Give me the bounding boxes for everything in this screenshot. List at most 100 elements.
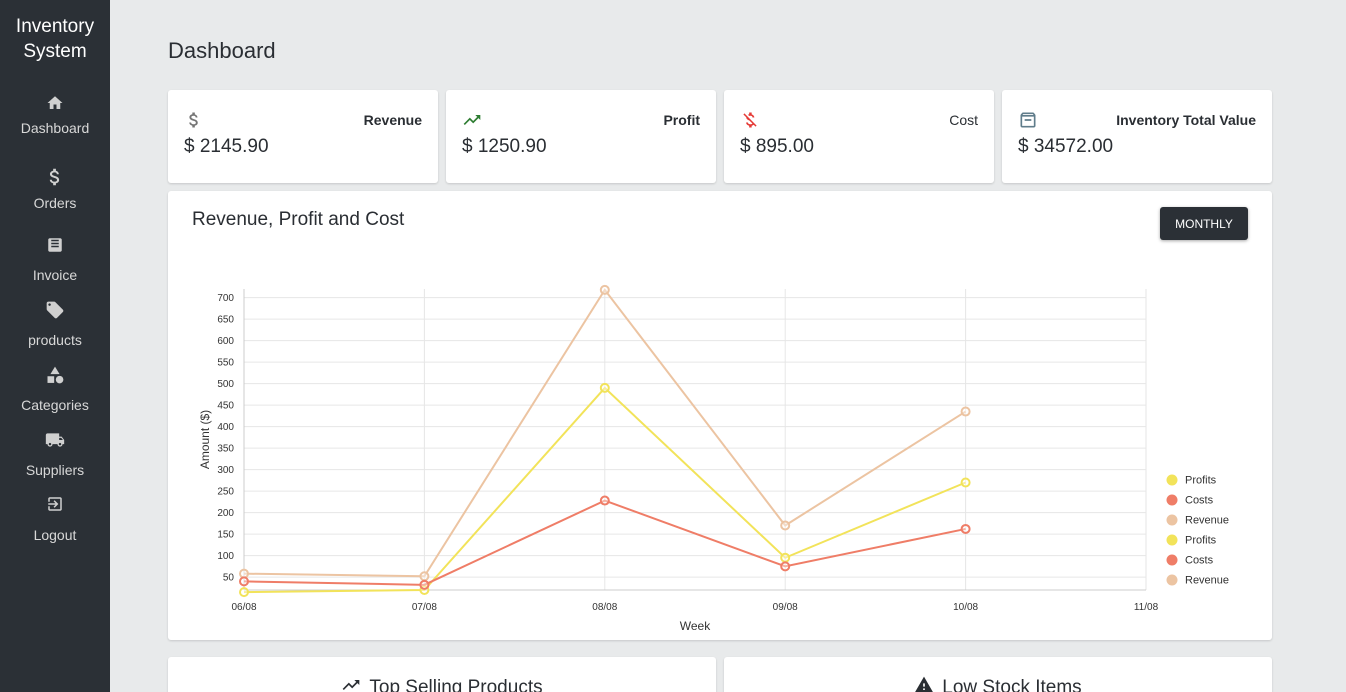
sidebar-item-label: Logout	[33, 527, 77, 543]
app-title: Inventory System	[0, 14, 110, 64]
app-title-line2: System	[23, 41, 87, 62]
cost-card: Cost $ 895.00	[724, 90, 994, 183]
x-tick-label: 07/08	[412, 602, 437, 613]
legend-swatch	[1166, 514, 1178, 526]
legend-label: Costs	[1185, 555, 1214, 567]
top-selling-heading: Top Selling Products	[168, 675, 716, 692]
data-point-revenue	[780, 520, 791, 531]
sidebar-item-invoice[interactable]: Invoice	[0, 235, 110, 295]
receipt-icon	[0, 235, 110, 267]
archive-icon	[1018, 110, 1038, 130]
sidebar-item-suppliers[interactable]: Suppliers	[0, 430, 110, 490]
x-tick-label: 11/08	[1134, 602, 1159, 613]
sidebar-item-categories[interactable]: Categories	[0, 365, 110, 425]
tag-icon	[0, 300, 110, 332]
y-tick-label: 600	[217, 336, 234, 347]
top-selling-title: Top Selling Products	[369, 677, 543, 692]
y-tick-label: 450	[217, 401, 234, 412]
profit-card: Profit $ 1250.90	[446, 90, 716, 183]
y-axis-label: Amount ($)	[198, 410, 212, 469]
trending-up-icon	[343, 680, 360, 690]
legend-swatch	[1166, 554, 1178, 566]
sidebar-item-label: Suppliers	[25, 462, 85, 478]
data-point-costs	[960, 523, 971, 534]
y-tick-label: 500	[217, 379, 234, 390]
truck-icon	[0, 430, 110, 462]
monthly-button[interactable]: MONTHLY	[1160, 207, 1248, 240]
line-chart: 50 100 150 200 250 300 350 400 450 500 550 600 650 70…	[198, 284, 1229, 633]
sidebar-item-orders[interactable]: Orders	[0, 163, 110, 223]
dollar-icon	[0, 163, 110, 195]
low-stock-title: Low Stock Items	[942, 677, 1082, 692]
y-tick-label: 650	[217, 315, 234, 326]
inventory-value-card: Inventory Total Value $ 34572.00	[1002, 90, 1272, 183]
profit-value: $ 1250.90	[462, 136, 547, 157]
money-off-icon	[740, 110, 760, 130]
x-tick-label: 09/08	[773, 602, 798, 613]
data-point-costs	[239, 576, 249, 587]
data-point-profits	[780, 552, 791, 563]
shapes-icon	[0, 365, 110, 397]
legend-label: Costs	[1185, 495, 1214, 507]
revenue-value: $ 2145.90	[184, 136, 269, 157]
legend-swatch	[1166, 474, 1178, 486]
y-tick-label: 250	[217, 487, 234, 498]
warning-icon	[915, 676, 934, 692]
data-point-profits	[960, 477, 971, 488]
data-point-revenue	[419, 571, 430, 582]
y-tick-label: 50	[223, 573, 235, 584]
profit-label: Profit	[663, 112, 700, 128]
revenue-label: Revenue	[363, 112, 422, 128]
revenue-card: Revenue $ 2145.90	[168, 90, 438, 183]
cost-label: Cost	[949, 112, 978, 128]
y-tick-label: 400	[217, 422, 234, 433]
data-point-revenue	[960, 406, 971, 417]
y-tick-label: 300	[217, 465, 234, 476]
cost-value: $ 895.00	[740, 136, 814, 157]
dollar-icon	[184, 110, 204, 130]
legend-label: Profits	[1185, 535, 1217, 547]
data-point-costs	[780, 561, 791, 572]
sidebar-item-dashboard[interactable]: Dashboard	[0, 94, 110, 154]
x-tick-label: 08/08	[592, 602, 617, 613]
sidebar-item-label: products	[28, 332, 82, 348]
y-tick-label: 100	[217, 551, 234, 562]
sidebar: Inventory System Dashboard Orders Invoic…	[0, 0, 110, 692]
top-selling-card: Top Selling Products	[168, 657, 716, 692]
legend-label: Revenue	[1185, 515, 1229, 527]
low-stock-heading: Low Stock Items	[724, 675, 1272, 692]
legend-swatch	[1166, 574, 1178, 586]
y-tick-label: 700	[217, 293, 234, 304]
sidebar-item-label: Dashboard	[20, 120, 90, 136]
low-stock-card: Low Stock Items	[724, 657, 1272, 692]
sidebar-item-label: Orders	[33, 195, 77, 211]
chart-card: 50 100 150 200 250 300 350 400 450 500 550 600 650 70…	[168, 191, 1272, 640]
sidebar-item-label: Invoice	[32, 267, 78, 283]
legend-swatch	[1166, 494, 1178, 506]
inventory-value-value: $ 34572.00	[1018, 136, 1114, 157]
y-tick-label: 200	[217, 508, 234, 519]
legend-label: Profits	[1185, 475, 1217, 487]
y-tick-label: 350	[217, 444, 234, 455]
sidebar-item-label: Categories	[21, 397, 89, 413]
legend-label: Revenue	[1185, 575, 1229, 587]
home-icon	[0, 94, 110, 120]
app-title-line1: Inventory	[15, 16, 95, 37]
chart-title: Revenue, Profit and Cost	[192, 209, 405, 230]
sidebar-item-products[interactable]: products	[0, 300, 110, 360]
data-point-profits	[239, 587, 249, 598]
trending-up-icon	[462, 110, 482, 130]
x-tick-label: 10/08	[953, 602, 978, 613]
logout-icon	[0, 495, 110, 527]
y-tick-label: 550	[217, 358, 234, 369]
data-point-profits	[599, 382, 610, 393]
legend-swatch	[1166, 534, 1178, 546]
y-tick-label: 150	[217, 530, 234, 541]
x-axis-label: Week	[680, 619, 711, 633]
data-point-costs	[419, 579, 430, 590]
data-point-costs	[599, 495, 610, 506]
x-tick-label: 06/08	[231, 602, 256, 613]
inventory-value-label: Inventory Total Value	[1116, 112, 1256, 128]
sidebar-item-logout[interactable]: Logout	[0, 495, 110, 555]
page-title: Dashboard	[168, 38, 276, 63]
